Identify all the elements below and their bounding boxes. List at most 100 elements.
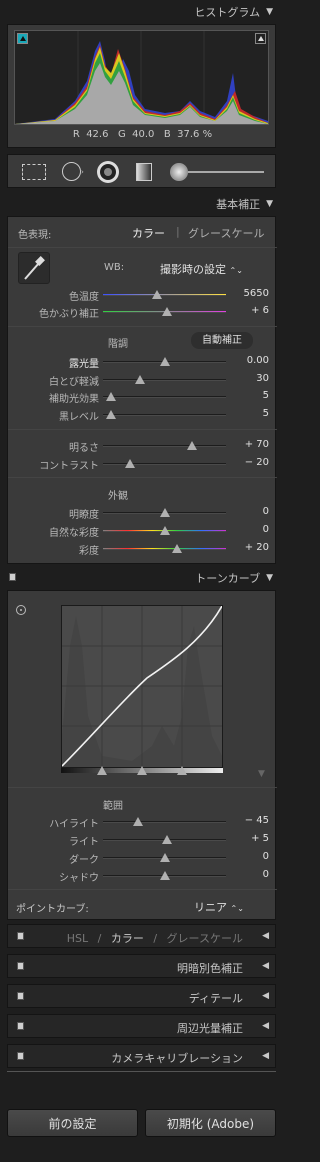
darks-slider-row[interactable]: ダーク 0 bbox=[8, 850, 277, 866]
region-label: 範囲 bbox=[103, 801, 123, 812]
basic-header[interactable]: 基本補正 ▼ bbox=[0, 192, 283, 216]
shadows-track[interactable] bbox=[103, 871, 226, 880]
tint-knob[interactable] bbox=[162, 307, 172, 316]
point-curve-dropdown[interactable]: リニア ⌃⌄ bbox=[194, 899, 244, 915]
rgb-readout: R 42.6 G 40.0 B 37.6 % bbox=[72, 129, 213, 140]
exposure-slider-row[interactable]: 露光量 0.00 bbox=[8, 354, 277, 370]
darks-track[interactable] bbox=[103, 853, 226, 862]
arrow-right-icon: › bbox=[81, 168, 84, 176]
fill-light-knob[interactable] bbox=[106, 392, 116, 401]
adjustment-brush-icon[interactable] bbox=[170, 163, 188, 181]
clarity-slider-row[interactable]: 明瞭度 0 bbox=[8, 505, 277, 521]
panel-switch-icon[interactable] bbox=[17, 1052, 24, 1060]
panel-switch-icon[interactable] bbox=[17, 932, 24, 940]
temp-slider-row[interactable]: 色温度 5650 bbox=[8, 287, 277, 303]
saturation-slider-row[interactable]: 彩度 + 20 bbox=[8, 541, 277, 557]
recovery-knob[interactable] bbox=[135, 375, 145, 384]
camera-calibration-title: カメラキャリブレーション bbox=[111, 1052, 243, 1065]
collapse-curve-icon[interactable]: ▼ bbox=[258, 769, 265, 779]
split-toning-panel-header[interactable]: 明暗別色補正 ◀ bbox=[7, 954, 276, 978]
collapse-icon[interactable]: ▼ bbox=[266, 199, 273, 209]
red-eye-icon[interactable] bbox=[97, 161, 119, 183]
brightness-knob[interactable] bbox=[187, 441, 197, 450]
split-point-highlights[interactable] bbox=[177, 766, 187, 775]
contrast-track[interactable] bbox=[103, 459, 226, 468]
tool-strip: › bbox=[7, 154, 276, 188]
brightness-track[interactable] bbox=[103, 441, 226, 450]
highlights-knob[interactable] bbox=[133, 817, 143, 826]
panel-switch-icon[interactable] bbox=[17, 992, 24, 1000]
recovery-track[interactable] bbox=[103, 375, 226, 384]
exposure-knob[interactable] bbox=[160, 357, 170, 366]
auto-tone-button[interactable]: 自動補正 bbox=[191, 332, 253, 349]
recovery-slider-row[interactable]: 白とび軽減 30 bbox=[8, 372, 277, 388]
spot-removal-icon[interactable] bbox=[62, 162, 81, 181]
treatment-color-option[interactable]: カラー bbox=[132, 225, 165, 241]
vibrance-knob[interactable] bbox=[160, 526, 170, 535]
vibrance-slider-row[interactable]: 自然な彩度 0 bbox=[8, 523, 277, 539]
expand-icon[interactable]: ◀ bbox=[262, 931, 269, 941]
blacks-slider-row[interactable]: 黒レベル 5 bbox=[8, 407, 277, 423]
tab-color[interactable]: カラー bbox=[111, 932, 144, 945]
hsl-panel-header[interactable]: HSL / カラー / グレースケール ◀ bbox=[7, 924, 276, 948]
graduated-filter-icon[interactable] bbox=[136, 163, 152, 181]
collapse-icon[interactable]: ▼ bbox=[266, 573, 273, 583]
expand-icon[interactable]: ◀ bbox=[262, 1051, 269, 1061]
darks-knob[interactable] bbox=[160, 853, 170, 862]
highlight-clipping-toggle[interactable] bbox=[255, 33, 266, 44]
expand-icon[interactable]: ◀ bbox=[262, 1021, 269, 1031]
exposure-track[interactable] bbox=[103, 357, 226, 366]
camera-calibration-panel-header[interactable]: カメラキャリブレーション ◀ bbox=[7, 1044, 276, 1068]
collapse-icon[interactable]: ▼ bbox=[266, 7, 273, 17]
temp-track[interactable] bbox=[103, 290, 226, 299]
panel-switch-icon[interactable] bbox=[17, 1022, 24, 1030]
detail-panel-header[interactable]: ディテール ◀ bbox=[7, 984, 276, 1008]
panel-switch-icon[interactable] bbox=[9, 573, 16, 581]
lights-knob[interactable] bbox=[162, 835, 172, 844]
shadows-slider-row[interactable]: シャドウ 0 bbox=[8, 868, 277, 884]
brightness-slider-row[interactable]: 明るさ + 70 bbox=[8, 438, 277, 454]
histogram-header[interactable]: ヒストグラム ▼ bbox=[0, 0, 283, 24]
clarity-track[interactable] bbox=[103, 508, 226, 517]
saturation-knob[interactable] bbox=[172, 544, 182, 553]
highlights-slider-row[interactable]: ハイライト − 45 bbox=[8, 814, 277, 830]
crop-overlay-icon[interactable] bbox=[22, 164, 46, 180]
tone-curve-graph[interactable] bbox=[61, 605, 223, 768]
saturation-track[interactable] bbox=[103, 544, 226, 553]
vignettes-panel-header[interactable]: 周辺光量補正 ◀ bbox=[7, 1014, 276, 1038]
highlights-track[interactable] bbox=[103, 817, 226, 826]
fill-light-track[interactable] bbox=[103, 392, 226, 401]
expand-icon[interactable]: ◀ bbox=[262, 961, 269, 971]
detail-title: ディテール bbox=[188, 992, 243, 1005]
tint-slider-row[interactable]: 色かぶり補正 + 6 bbox=[8, 304, 277, 320]
tab-grayscale[interactable]: グレースケール bbox=[167, 932, 243, 945]
blacks-track[interactable] bbox=[103, 410, 226, 419]
clarity-knob[interactable] bbox=[160, 508, 170, 517]
white-balance-selector[interactable] bbox=[18, 252, 50, 284]
split-point-midtones[interactable] bbox=[137, 766, 147, 775]
treatment-grayscale-option[interactable]: グレースケール bbox=[188, 225, 264, 241]
expand-icon[interactable]: ◀ bbox=[262, 991, 269, 1001]
lights-slider-row[interactable]: ライト + 5 bbox=[8, 832, 277, 848]
tint-track[interactable] bbox=[103, 307, 226, 316]
wb-label: WB: bbox=[104, 262, 125, 273]
vibrance-track[interactable] bbox=[103, 526, 226, 535]
reset-button[interactable]: 初期化 (Adobe) bbox=[145, 1109, 276, 1137]
tab-hsl[interactable]: HSL bbox=[67, 932, 88, 945]
contrast-knob[interactable] bbox=[125, 459, 135, 468]
target-adjustment-icon[interactable] bbox=[16, 605, 26, 615]
split-point-shadows[interactable] bbox=[97, 766, 107, 775]
blacks-knob[interactable] bbox=[106, 410, 116, 419]
tone-curve-header[interactable]: トーンカーブ ▼ bbox=[0, 566, 283, 590]
shadow-clipping-toggle[interactable] bbox=[17, 33, 28, 44]
lights-track[interactable] bbox=[103, 835, 226, 844]
tone-curve-panel: ▼ 範囲 ハイライト − 45 ライト + 5 ダーク 0 シャドウ 0 ポイン… bbox=[7, 590, 277, 920]
panel-switch-icon[interactable] bbox=[17, 962, 24, 970]
shadows-knob[interactable] bbox=[160, 871, 170, 880]
wb-dropdown[interactable]: 撮影時の設定 ⌃⌄ bbox=[160, 261, 243, 277]
previous-settings-button[interactable]: 前の設定 bbox=[7, 1109, 138, 1137]
treatment-label: 色表現: bbox=[18, 230, 52, 241]
fill-light-slider-row[interactable]: 補助光効果 5 bbox=[8, 389, 277, 405]
temp-knob[interactable] bbox=[152, 290, 162, 299]
contrast-slider-row[interactable]: コントラスト − 20 bbox=[8, 456, 277, 472]
